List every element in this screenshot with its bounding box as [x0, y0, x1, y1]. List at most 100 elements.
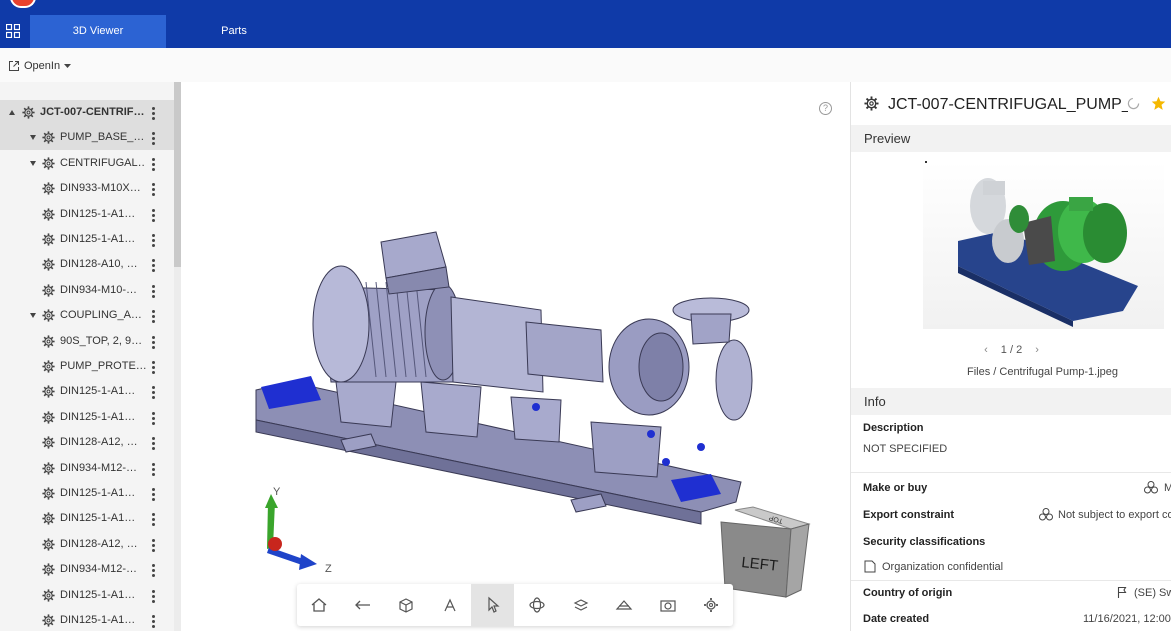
prev-image-button[interactable]: ‹ — [984, 344, 988, 356]
tree-item-label: DIN125-1-A1… — [60, 207, 136, 220]
tree-item[interactable]: DIN125-1-A1… — [0, 379, 174, 404]
more-options-icon[interactable] — [151, 486, 155, 503]
view-cube[interactable] — [720, 506, 811, 598]
part-gear-icon — [42, 436, 55, 449]
more-options-icon[interactable] — [151, 384, 155, 401]
more-options-icon[interactable] — [151, 130, 155, 147]
more-options-icon[interactable] — [151, 435, 155, 452]
tree-item[interactable]: CENTRIFUGAL… — [0, 151, 174, 176]
tree-item-label: DIN128-A12, … — [60, 537, 138, 550]
security-value: Organization confidential — [882, 561, 1004, 573]
tree-item-label: PUMP_BASE_… — [60, 131, 145, 144]
expand-caret-icon[interactable] — [30, 313, 36, 319]
viewer-toolbar — [297, 584, 733, 626]
more-options-icon[interactable] — [151, 156, 155, 173]
more-options-icon[interactable] — [151, 207, 155, 224]
part-gear-icon — [42, 131, 55, 144]
more-options-icon[interactable] — [151, 308, 155, 325]
fit-button[interactable] — [341, 584, 384, 626]
home-button[interactable] — [297, 584, 340, 626]
explode-button[interactable] — [559, 584, 602, 626]
tree-item[interactable]: DIN125-1-A1… — [0, 227, 174, 252]
tree-item[interactable]: DIN933-M10X… — [0, 176, 174, 201]
expand-caret-icon[interactable] — [30, 160, 36, 166]
preview-image[interactable] — [923, 161, 1164, 329]
tree-item[interactable]: PUMP_BASE_… — [0, 125, 174, 151]
date-created-label: Date created — [863, 613, 930, 625]
tree-item-label: DIN934-M12-… — [60, 461, 138, 474]
select-button[interactable] — [471, 584, 515, 626]
more-options-icon[interactable] — [151, 537, 155, 554]
axis-y-label: Y — [273, 486, 281, 498]
more-options-icon[interactable] — [151, 410, 155, 427]
3d-viewport[interactable]: ? Y Z LEFT TOP — [181, 82, 850, 631]
measure-button[interactable] — [428, 584, 471, 626]
tree-item[interactable]: DIN125-1-A1… — [0, 583, 174, 608]
tree-item[interactable]: DIN934-M12-… — [0, 456, 174, 481]
open-external-icon — [9, 61, 19, 71]
select-icon — [488, 596, 500, 613]
more-options-icon[interactable] — [151, 588, 155, 605]
snapshot-button[interactable] — [646, 584, 689, 626]
part-gear-icon — [42, 284, 55, 297]
app-grid-icon[interactable] — [6, 24, 20, 38]
tab-3d-viewer[interactable]: 3D Viewer — [30, 15, 166, 48]
more-options-icon[interactable] — [151, 283, 155, 300]
rotate-button[interactable] — [515, 584, 558, 626]
favorite-star-icon[interactable] — [1151, 96, 1166, 111]
settings-button[interactable] — [689, 584, 732, 626]
section-button[interactable] — [602, 584, 645, 626]
tree-item-label: DIN125-1-A1… — [60, 233, 136, 245]
snapshot-icon — [660, 600, 676, 612]
more-options-icon[interactable] — [151, 511, 155, 528]
fit-icon — [354, 600, 370, 610]
more-options-icon[interactable] — [151, 257, 155, 274]
tree-item[interactable]: DIN125-1-A1… — [0, 202, 174, 227]
tree-item-label: DIN934-M12-… — [60, 563, 138, 576]
more-options-icon[interactable] — [151, 181, 155, 198]
tree-item-label: DIN128-A12, … — [60, 436, 138, 449]
tree-item-label: 90S_TOP, 2, 9… — [60, 334, 143, 347]
part-gear-icon — [42, 258, 55, 271]
tree-item[interactable]: JCT-007-CENTRIF… — [0, 100, 174, 125]
section-icon — [615, 600, 633, 610]
app-logo — [10, 0, 36, 8]
tree-item[interactable]: DIN128-A10, … — [0, 252, 174, 277]
tree-item[interactable]: DIN125-1-A1… — [0, 608, 174, 631]
pump-model[interactable]: Y Z LEFT TOP — [181, 82, 850, 631]
openin-button[interactable]: OpenIn — [8, 58, 72, 74]
tree-item[interactable]: DIN128-A12, … — [0, 430, 174, 455]
more-options-icon[interactable] — [151, 232, 155, 249]
box-button[interactable] — [384, 584, 427, 626]
tab-parts[interactable]: Parts — [168, 15, 300, 48]
next-image-button[interactable]: › — [1035, 344, 1039, 356]
more-options-icon[interactable] — [151, 359, 155, 376]
measure-icon — [444, 598, 456, 612]
expand-caret-icon[interactable] — [30, 135, 36, 141]
tree-item[interactable]: PUMP_PROTE… — [0, 354, 174, 379]
tree-item[interactable]: DIN934-M10-… — [0, 278, 174, 303]
cubes-icon — [1144, 481, 1158, 494]
more-options-icon[interactable] — [151, 461, 155, 478]
more-options-icon[interactable] — [151, 334, 155, 351]
date-created-value: 11/16/2021, 12:00:00 — [1083, 613, 1171, 625]
status-cycle-icon[interactable] — [1127, 97, 1140, 110]
tree-item[interactable]: DIN125-1-A1… — [0, 481, 174, 506]
tree-item[interactable]: DIN125-1-A1… — [0, 405, 174, 430]
tree-item[interactable]: DIN125-1-A1… — [0, 506, 174, 531]
tree-item-label: PUMP_PROTE… — [60, 360, 146, 372]
more-options-icon[interactable] — [151, 105, 155, 122]
part-gear-icon — [864, 96, 879, 111]
openin-label: OpenIn — [24, 60, 61, 72]
tree-item[interactable]: 90S_TOP, 2, 9… — [0, 329, 174, 354]
tree-item[interactable]: DIN128-A12, … — [0, 532, 174, 557]
tree-item[interactable]: DIN934-M12-… — [0, 557, 174, 582]
more-options-icon[interactable] — [151, 613, 155, 630]
tree-scrollbar[interactable] — [174, 82, 181, 267]
collapse-caret-icon[interactable] — [9, 110, 15, 115]
more-options-icon[interactable] — [151, 562, 155, 579]
tree-item[interactable]: COUPLING_A… — [0, 303, 174, 328]
file-caption[interactable]: Files / Centrifugal Pump-1.jpeg — [851, 366, 1171, 378]
part-gear-icon — [42, 614, 55, 627]
security-label: Security classifications — [863, 536, 986, 548]
